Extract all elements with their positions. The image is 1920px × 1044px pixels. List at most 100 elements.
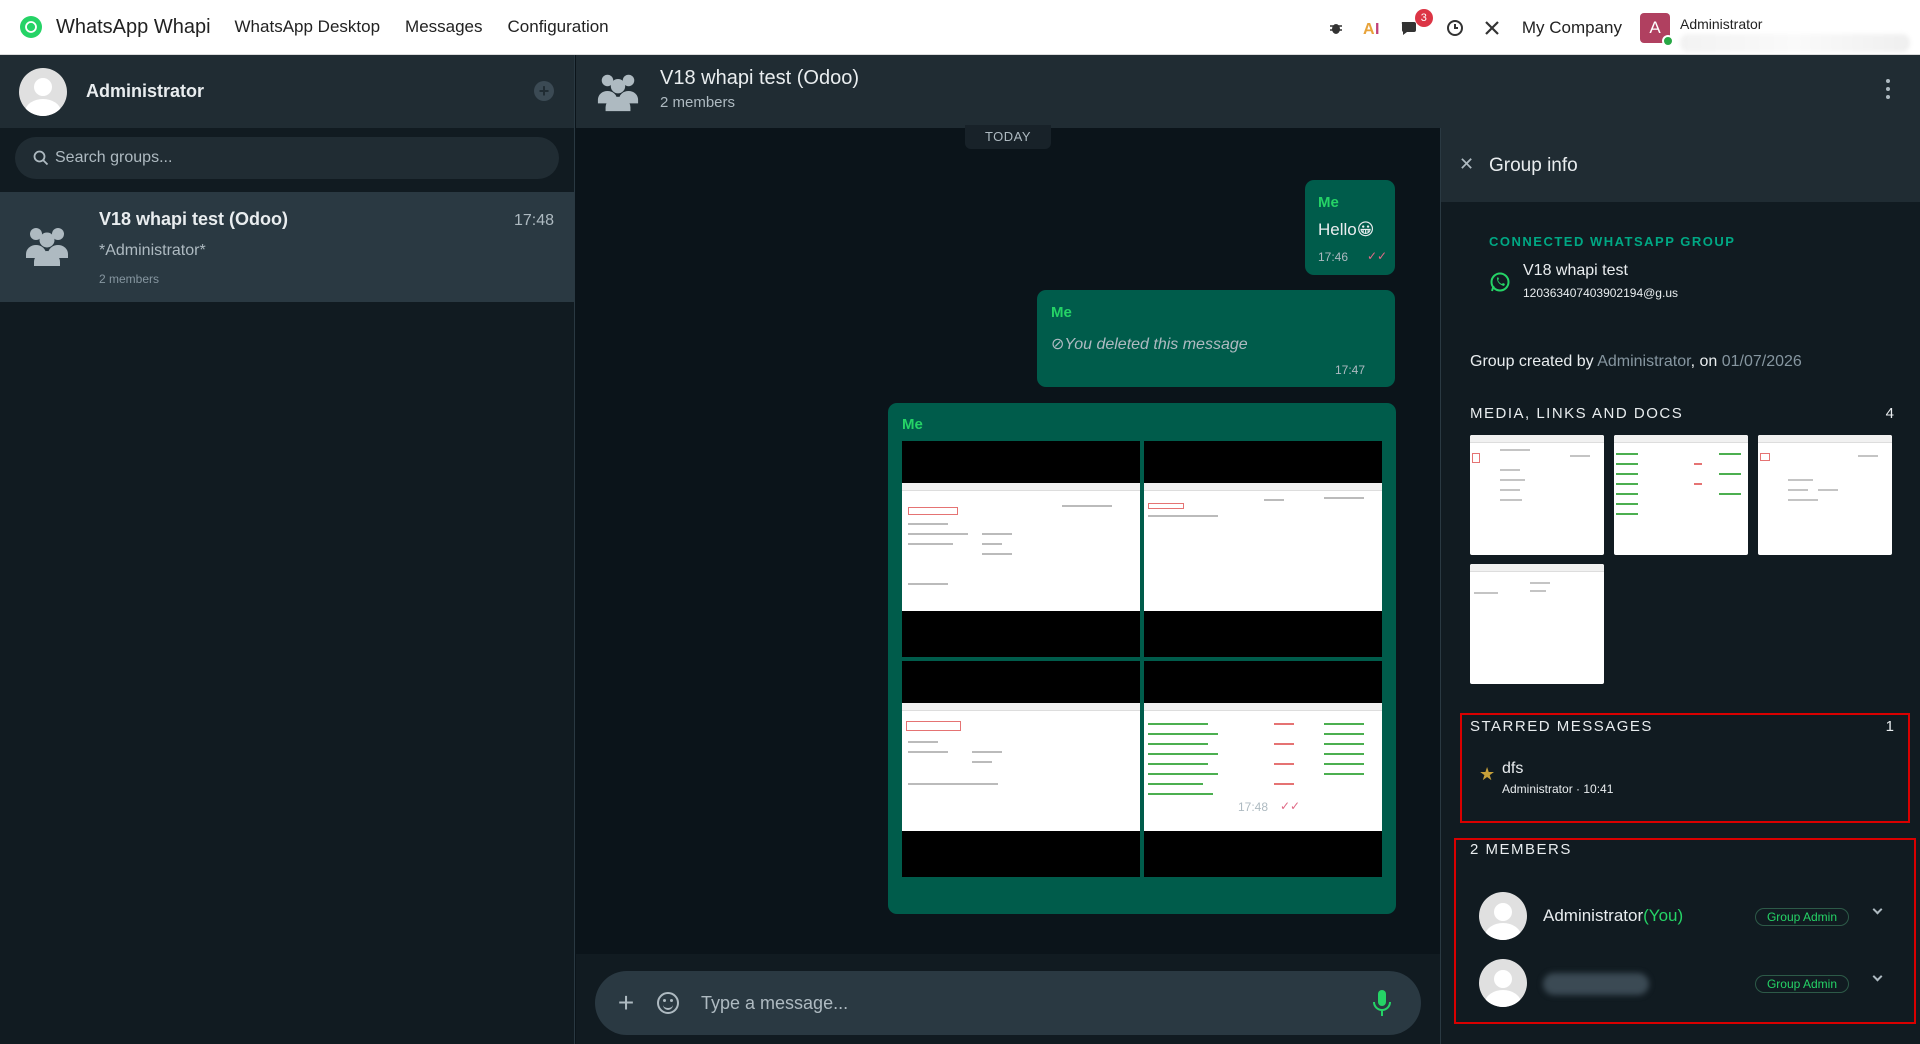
connected-group-id: 120363407403902194@g.us: [1523, 286, 1678, 300]
media-count: 4: [1885, 405, 1894, 422]
nav-whatsapp-desktop[interactable]: WhatsApp Desktop: [235, 17, 381, 37]
message-input[interactable]: [701, 992, 1371, 1014]
chat-icon[interactable]: 3: [1399, 8, 1433, 39]
message-sender: Me: [902, 416, 923, 433]
media-thumbnail[interactable]: [1614, 435, 1748, 555]
media-section-label: MEDIA, LINKS AND DOCS: [1470, 405, 1684, 422]
member-you-tag: (You): [1643, 906, 1684, 925]
svg-text:A: A: [1363, 21, 1375, 37]
chat-subtitle: 2 members: [660, 94, 736, 111]
search-box: [15, 137, 559, 179]
search-bar: [0, 128, 574, 192]
chat-title: V18 whapi test (Odoo): [660, 67, 859, 89]
app-name[interactable]: WhatsApp Whapi: [56, 16, 211, 39]
image-attachment[interactable]: [1144, 661, 1382, 877]
user-initial: A: [1649, 17, 1661, 37]
chat-list-item[interactable]: V18 whapi test (Odoo) 17:48 *Administrat…: [0, 192, 574, 302]
chat-badge: 3: [1414, 8, 1433, 27]
group-admin-badge: Group Admin: [1755, 975, 1849, 993]
whatsapp-icon: [1490, 272, 1510, 292]
message-sender: Me: [1051, 304, 1072, 321]
created-by: Administrator: [1597, 353, 1691, 370]
image-attachment[interactable]: [1144, 441, 1382, 657]
chat-item-time: 17:48: [513, 212, 554, 229]
sidebar-header: Administrator +: [0, 55, 574, 128]
screenshot-thumbnail: [1144, 483, 1382, 611]
member-name-text: Administrator: [1543, 906, 1644, 925]
date-divider: TODAY: [965, 125, 1051, 149]
screenshot-thumbnail: [902, 483, 1140, 611]
message-list: TODAY Me Hello😀 17:46 ✓✓ Me ⊘You deleted…: [576, 125, 1440, 954]
connected-group-name: V18 whapi test: [1523, 262, 1628, 279]
message-bubble[interactable]: Me ⊘You deleted this message 17:47: [1037, 290, 1395, 387]
svg-text:I: I: [1375, 21, 1379, 37]
whatsapp-logo-icon: [20, 16, 42, 38]
media-thumbnail[interactable]: [1470, 435, 1604, 555]
created-date: 01/07/2026: [1721, 353, 1802, 370]
message-sender: Me: [1318, 194, 1339, 211]
deleted-message-text: ⊘You deleted this message: [1051, 336, 1248, 353]
chat-item-title: V18 whapi test (Odoo): [99, 209, 289, 229]
starred-count: 1: [1885, 718, 1894, 735]
message-composer: +: [595, 971, 1421, 1035]
message-bubble[interactable]: Me Hello😀 17:46 ✓✓: [1305, 180, 1395, 275]
member-row[interactable]: Administrator(You) Group Admin: [1479, 892, 1899, 942]
image-attachment[interactable]: [902, 441, 1140, 657]
screenshot-thumbnail: [902, 703, 1140, 831]
message-time: 17:46: [1318, 250, 1349, 264]
group-info-title: Group info: [1489, 155, 1578, 176]
chat-header[interactable]: V18 whapi test (Odoo) 2 members: [576, 55, 1920, 128]
read-ticks-icon: ✓✓: [1367, 249, 1388, 263]
sidebar: Administrator + V18 whapi test (Odoo) 17…: [0, 55, 575, 1044]
member-row[interactable]: Group Admin: [1479, 959, 1899, 1009]
emoji-icon[interactable]: [657, 992, 679, 1014]
group-icon: [597, 74, 639, 112]
avatar: [1479, 959, 1527, 1007]
search-icon: [33, 150, 49, 166]
sidebar-user-name: Administrator: [86, 81, 205, 101]
microphone-icon[interactable]: [1371, 988, 1393, 1018]
avatar: [1479, 892, 1527, 940]
connected-group-label: CONNECTED WHATSAPP GROUP: [1489, 234, 1736, 249]
created-prefix: Group created by: [1470, 353, 1598, 370]
starred-message-text[interactable]: dfs: [1502, 760, 1523, 778]
message-text: Hello😀: [1318, 220, 1375, 239]
star-icon: ★: [1479, 764, 1496, 784]
avatar[interactable]: [19, 67, 67, 116]
group-info-panel: ✕ Group info CONNECTED WHATSAPP GROUP V1…: [1440, 128, 1920, 1044]
members-section-label: 2 MEMBERS: [1470, 841, 1572, 858]
message-bubble[interactable]: Me 17:48 ✓✓: [888, 403, 1396, 914]
redacted-database-name: [1680, 33, 1910, 52]
bug-icon[interactable]: [1325, 17, 1347, 39]
close-icon[interactable]: ✕: [1459, 154, 1474, 175]
chevron-down-icon[interactable]: [1872, 971, 1883, 982]
message-time: 17:47: [1335, 363, 1366, 377]
new-group-button[interactable]: +: [534, 81, 554, 101]
top-navbar: WhatsApp Whapi WhatsApp Desktop Messages…: [0, 0, 1920, 55]
member-name: Administrator(You): [1543, 906, 1683, 926]
image-album: [902, 441, 1382, 877]
group-icon: [26, 228, 68, 266]
ai-icon[interactable]: AI: [1362, 17, 1384, 39]
user-menu[interactable]: Administrator: [1680, 8, 1920, 52]
user-name: Administrator: [1680, 15, 1763, 32]
tools-icon[interactable]: [1481, 17, 1503, 39]
group-info-header: ✕ Group info: [1441, 128, 1920, 202]
redacted-member-name: [1543, 973, 1649, 995]
attach-plus-icon[interactable]: +: [613, 987, 639, 1019]
message-time: 17:48: [1238, 800, 1269, 814]
media-thumbnail[interactable]: [1470, 564, 1604, 684]
nav-configuration[interactable]: Configuration: [508, 17, 609, 37]
clock-icon[interactable]: [1444, 17, 1466, 39]
search-input[interactable]: [55, 149, 535, 167]
starred-section-label: STARRED MESSAGES: [1470, 718, 1653, 735]
chat-item-member-count: 2 members: [99, 272, 160, 286]
read-ticks-icon: ✓✓: [1280, 799, 1301, 813]
more-options-icon[interactable]: [1886, 79, 1892, 99]
media-thumbnail[interactable]: [1758, 435, 1892, 555]
chevron-down-icon[interactable]: [1872, 904, 1883, 915]
nav-messages[interactable]: Messages: [405, 17, 482, 37]
image-attachment[interactable]: [902, 661, 1140, 877]
user-avatar[interactable]: A: [1640, 12, 1674, 47]
company-switcher[interactable]: My Company: [1522, 18, 1622, 38]
